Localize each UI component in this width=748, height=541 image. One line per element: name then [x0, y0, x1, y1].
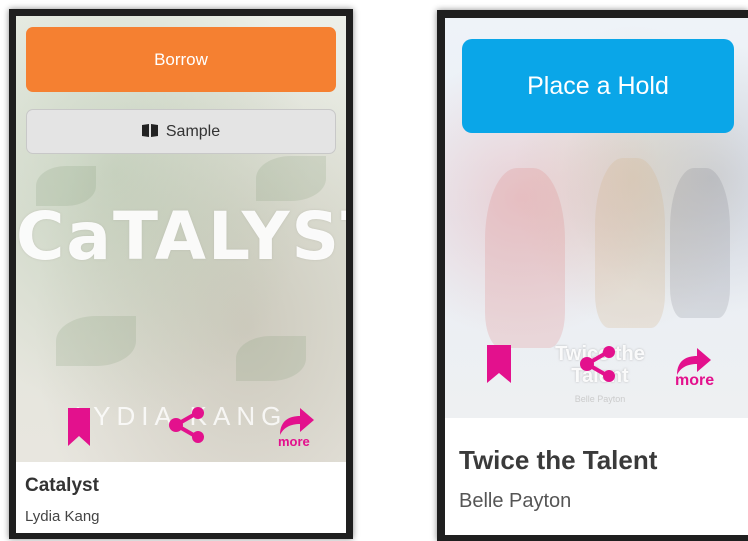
sample-button[interactable]: Sample	[26, 109, 336, 154]
book-title[interactable]: Twice the Talent	[459, 445, 657, 476]
bookmark-icon[interactable]	[68, 408, 90, 451]
book-author[interactable]: Lydia Kang	[25, 508, 100, 525]
more-button[interactable]: more	[675, 348, 714, 389]
share-icon[interactable]	[168, 406, 206, 449]
more-button[interactable]: more	[278, 408, 314, 449]
share-icon[interactable]	[579, 345, 617, 388]
book-icon	[141, 123, 158, 140]
book-title[interactable]: Catalyst	[25, 475, 99, 497]
place-hold-button[interactable]: Place a Hold	[462, 39, 734, 133]
book-info: Catalyst Lydia Kang	[16, 462, 346, 533]
cover-leaf	[256, 156, 326, 201]
cover-art-subtitle: Belle Payton	[574, 394, 626, 404]
book-card-catalyst: CaTALYST LYDIA KANG Borrow Sample	[9, 9, 353, 539]
cover-figure	[595, 158, 665, 328]
book-card-twice-the-talent: Twice the Talent Belle Payton Place a Ho…	[437, 10, 748, 541]
bookmark-icon[interactable]	[487, 345, 511, 388]
book-info: Twice the Talent Belle Payton	[445, 418, 748, 535]
cover-leaf	[236, 336, 306, 381]
cover-figure	[670, 168, 730, 318]
more-label: more	[675, 372, 715, 389]
sample-button-label: Sample	[165, 122, 221, 140]
borrow-button[interactable]: Borrow	[26, 27, 336, 92]
cover-art-title: CaTALYST	[16, 198, 346, 275]
book-cover[interactable]: Twice the Talent Belle Payton Place a Ho…	[445, 18, 748, 418]
more-label: more	[278, 434, 310, 449]
cover-figure	[485, 168, 565, 348]
cover-leaf	[56, 316, 136, 366]
book-author[interactable]: Belle Payton	[459, 490, 571, 513]
book-cover[interactable]: CaTALYST LYDIA KANG Borrow Sample	[16, 16, 346, 462]
